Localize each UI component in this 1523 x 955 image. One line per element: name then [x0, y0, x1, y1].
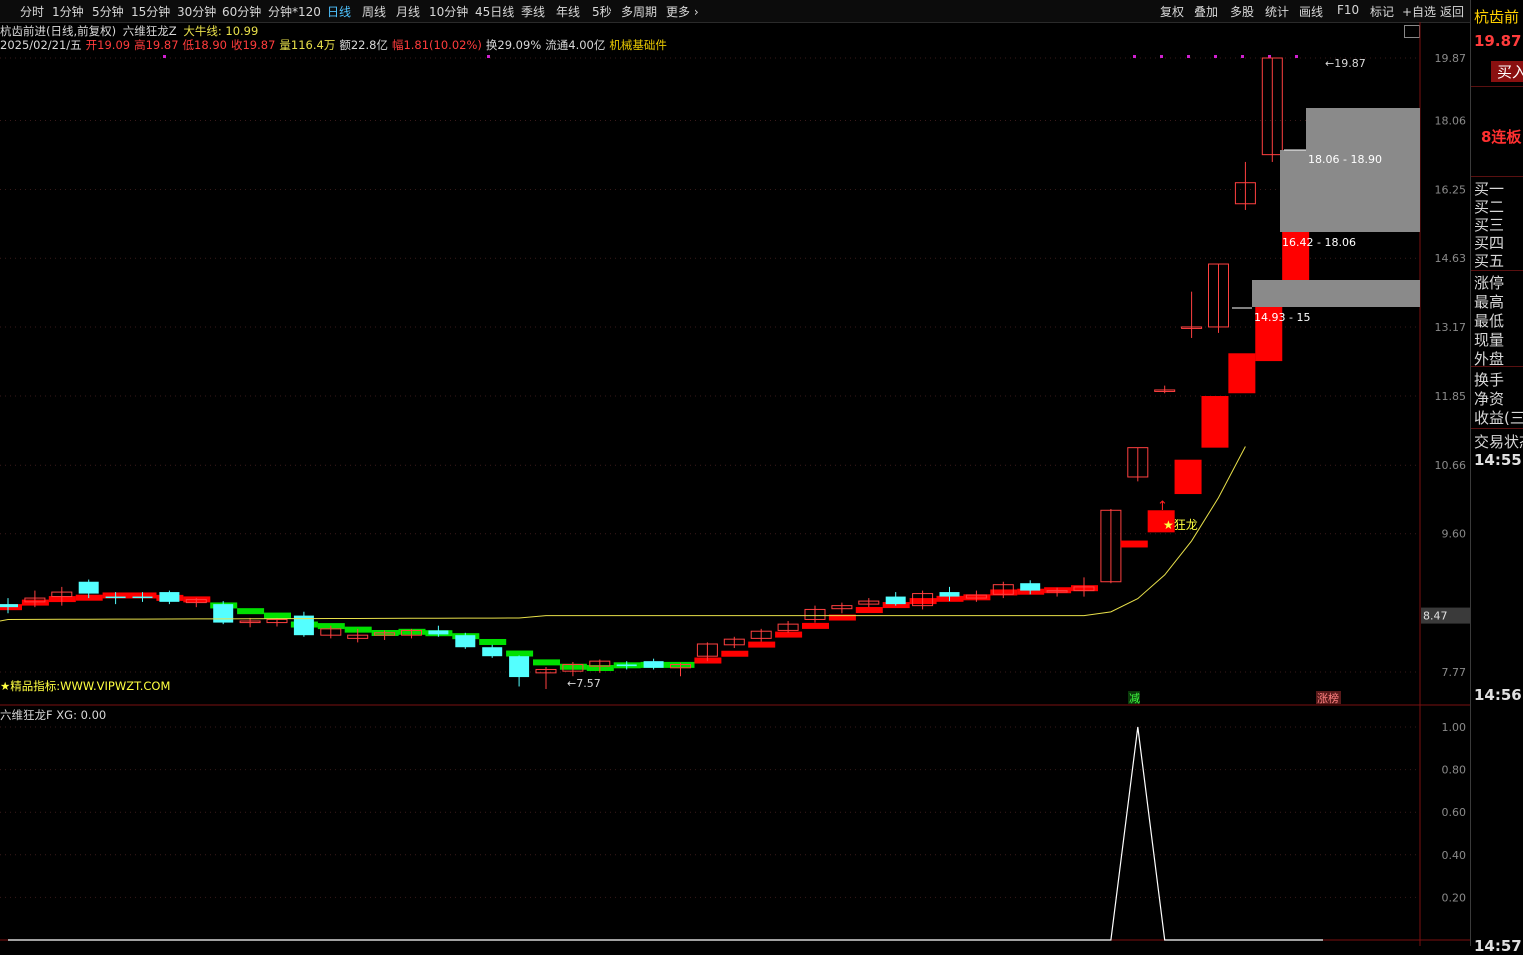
stock-short-name: 杭齿前	[1474, 8, 1520, 26]
ribbon-bar	[721, 650, 749, 657]
high-marker: ←19.87	[1325, 57, 1366, 70]
signal-dot	[1160, 55, 1163, 58]
panel-separator	[1471, 176, 1523, 177]
candle-body	[616, 664, 637, 667]
signal-dot	[1187, 55, 1190, 58]
candle-body	[455, 635, 476, 648]
ma-line	[0, 446, 1246, 622]
resistance-zone	[1252, 280, 1420, 307]
streak-badge: 8连板	[1481, 128, 1522, 146]
signal-arrow-icon: ↑	[1157, 499, 1168, 514]
indicator-panel-name: 六维狂龙F	[0, 708, 53, 722]
signal-dot	[1241, 55, 1244, 58]
price-tick: 7.77	[1442, 666, 1467, 679]
quote-label-7: 最低	[1474, 312, 1505, 330]
ribbon-bar	[1228, 353, 1256, 394]
ribbon-bar	[264, 612, 291, 619]
signal-dot	[1133, 55, 1136, 58]
signal-dot	[163, 55, 166, 58]
last-price: 19.87	[1474, 32, 1522, 50]
indicator-panel-value: XG: 0.00	[56, 708, 107, 722]
price-tick: 14.63	[1435, 252, 1467, 265]
ribbon-bar	[855, 607, 883, 614]
indicator-tick: 0.20	[1442, 891, 1467, 904]
price-tick: 10.66	[1435, 459, 1467, 472]
quote-label-12: 收益(三)	[1474, 409, 1523, 427]
candle-body	[643, 661, 664, 668]
ribbon-bar	[533, 659, 560, 666]
candle-body	[1020, 583, 1041, 591]
resistance-zone	[1306, 108, 1420, 150]
panel-separator	[1471, 428, 1523, 429]
watermark: ★精品指标:WWW.VIPWZT.COM	[0, 679, 170, 693]
candle-body	[78, 581, 99, 594]
candle-body	[428, 630, 449, 635]
signal-dot	[1214, 55, 1217, 58]
panel-separator	[1471, 270, 1523, 271]
signal-label: ★狂龙	[1163, 518, 1198, 532]
price-tick: 18.06	[1435, 114, 1467, 127]
panel-separator	[1471, 366, 1523, 367]
quote-label-11: 净资	[1474, 390, 1505, 408]
indicator-panel-title: 六维狂龙F XG: 0.00	[0, 707, 106, 723]
panel-separator	[1471, 86, 1523, 87]
price-tick: 13.17	[1435, 321, 1467, 334]
right-quote-panel: 杭齿前 19.87 买入 8连板 买一 买二 买三 买四 买五 涨停 最高 最低 现量 外盘 换手 净资 收益(…	[1470, 0, 1523, 955]
candle-body	[939, 592, 960, 597]
xg-signal-line	[8, 726, 1323, 941]
candle-body	[213, 604, 234, 623]
indicator-tick: 0.80	[1442, 764, 1467, 777]
zone-label-3: 14.93 - 15	[1254, 311, 1310, 324]
ribbon-bar	[1120, 540, 1148, 548]
indicator-tick: 0.60	[1442, 806, 1467, 819]
low-marker: ←7.57	[567, 677, 601, 690]
ribbon-bar	[237, 608, 265, 615]
time-label-2: 14:57	[1474, 937, 1522, 955]
zone-label-1: 18.06 - 18.90	[1308, 153, 1382, 166]
current-price-label: 8.47	[1423, 610, 1448, 623]
candle-body	[159, 592, 180, 602]
quote-label-6: 最高	[1474, 293, 1505, 311]
indicator-tick: 0.40	[1442, 849, 1467, 862]
price-tick: 19.87	[1435, 52, 1467, 65]
quote-label-8: 现量	[1474, 331, 1505, 349]
ribbon-bar	[748, 641, 776, 648]
ribbon-bar	[479, 638, 507, 645]
kline-chart[interactable]: 19.87 18.06 16.25 14.63 13.17 11.85 10.66 9.60 8…	[0, 0, 1470, 946]
zone-label-2: 16.42 - 18.06	[1282, 236, 1356, 249]
price-tick: 16.25	[1435, 184, 1467, 197]
quote-label-4: 买五	[1474, 252, 1505, 270]
time-label-0: 14:55	[1474, 451, 1522, 469]
ribbon-bar	[1174, 459, 1202, 495]
ribbon-bar	[802, 622, 829, 629]
quote-label-13: 交易状态	[1474, 433, 1523, 451]
signal-dot	[487, 55, 490, 58]
indicator-tick: 1.00	[1442, 721, 1467, 734]
candle-body	[509, 656, 530, 678]
price-tick: 9.60	[1442, 528, 1467, 541]
limit-up-tag: 涨榜	[1317, 691, 1339, 705]
candle-body	[132, 596, 153, 599]
candle-body	[482, 647, 503, 657]
candle-body	[105, 596, 126, 599]
ribbon-bar	[1201, 396, 1229, 448]
quote-label-10: 换手	[1474, 371, 1505, 389]
candle-body	[885, 596, 906, 605]
time-label-1: 14:56	[1474, 686, 1522, 704]
reduce-tag: 减	[1129, 692, 1140, 705]
price-tick: 11.85	[1435, 390, 1467, 403]
buy-button[interactable]: 买入	[1491, 61, 1523, 82]
candle-body	[0, 604, 18, 608]
signal-dot	[1295, 55, 1298, 58]
quote-label-5: 涨停	[1474, 274, 1505, 292]
